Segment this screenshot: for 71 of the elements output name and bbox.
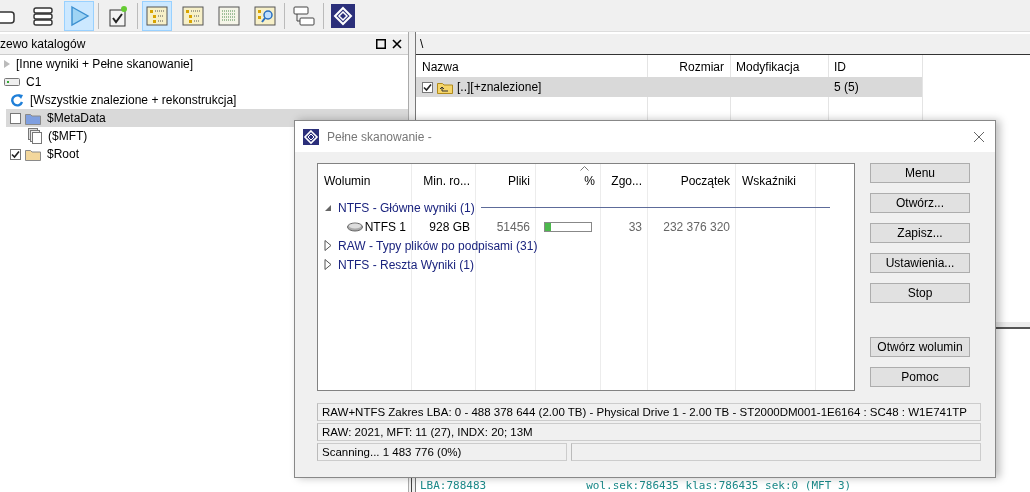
tree-row[interactable]: $MetaData	[6, 109, 408, 127]
expand-arrow-icon[interactable]	[324, 259, 332, 270]
status-text: Scanning... 1 483 776 (0%)	[317, 443, 567, 461]
log-text: LBA:788483	[420, 479, 487, 492]
column-header[interactable]: Zgo...	[601, 164, 648, 198]
dialog-button[interactable]: Otwórz wolumin	[870, 337, 970, 357]
refresh-icon	[10, 93, 24, 107]
dialog-button[interactable]: Ustawienia...	[870, 253, 970, 273]
table-cell: 928 GB	[429, 219, 470, 234]
table-cell: [..][+znalezione]	[457, 80, 542, 94]
disk-drive-icon	[346, 221, 363, 232]
checklist-icon	[106, 3, 130, 28]
group-label[interactable]: NTFS - Reszta Wyniki (1)	[338, 257, 474, 272]
column-header[interactable]: ID	[828, 57, 922, 77]
collapse-arrow-icon[interactable]	[324, 203, 332, 212]
file-stack-icon	[28, 128, 42, 144]
group-label[interactable]: NTFS - Główne wyniki (1)	[338, 200, 475, 215]
maximize-icon[interactable]	[376, 39, 386, 49]
checkmark-icon	[423, 82, 432, 92]
tree-search-icon	[253, 3, 277, 28]
details-view-icon	[217, 3, 241, 28]
column-header[interactable]: Wolumin	[318, 164, 412, 198]
table-cell: 51456	[496, 219, 530, 234]
dialog-button[interactable]: Menu	[870, 163, 970, 183]
app-logo-icon	[331, 3, 355, 28]
checkmark-icon	[11, 149, 20, 159]
column-header[interactable]: Nazwa	[416, 57, 647, 77]
column-header[interactable]: Początek	[648, 164, 736, 198]
status-text: RAW+NTFS Zakres LBA: 0 - 488 378 644 (2.00 TB) - Physical Drive 1 - 2.00 TB - ST2000DM001-1E6164 : SC48 : W1E741TP	[317, 403, 981, 421]
checkbox[interactable]	[422, 81, 433, 93]
tree-row[interactable]: [Wszystkie znalezione + rekonstrukcja]	[6, 91, 408, 109]
panel-title: zewo katalogów	[0, 37, 86, 51]
checkbox[interactable]	[10, 112, 21, 124]
tree-item-label: [Wszystkie znalezione + rekonstrukcja]	[29, 93, 237, 107]
column-header[interactable]: Wskaźniki	[736, 164, 816, 198]
column-header[interactable]: Rozmiar	[647, 57, 730, 77]
group-label[interactable]: RAW - Typy plików po podpisami (31)	[338, 238, 538, 253]
tree-row[interactable]: C1	[0, 73, 408, 91]
app-logo-icon	[303, 128, 319, 145]
table-cell: NTFS 1	[364, 219, 406, 234]
tree-view-icon	[181, 3, 205, 28]
tree-item-label: $MetaData	[46, 111, 106, 125]
dialog-button[interactable]: Stop	[870, 283, 970, 303]
tree-item-label: [Inne wyniki + Pełne skanowanie]	[15, 57, 194, 71]
column-header[interactable]: Min. ro...	[412, 164, 476, 198]
tree-row[interactable]: $Root	[6, 145, 408, 163]
dialog-button[interactable]: Pomoc	[870, 367, 970, 387]
tree-item-label: $Root	[46, 147, 80, 161]
table-cell: 232 376 320	[663, 219, 730, 234]
table-cell: 5 (5)	[834, 80, 859, 94]
status-text: RAW: 2021, MFT: 11 (27), INDX: 20; 13M	[317, 423, 981, 441]
table-cell: 33	[628, 219, 642, 234]
layout-icon	[292, 3, 316, 28]
checkbox[interactable]	[10, 148, 21, 160]
dialog-title: Pełne skanowanie -	[327, 129, 433, 144]
close-icon[interactable]	[392, 39, 402, 49]
path-text: \	[420, 37, 424, 51]
expand-arrow-icon[interactable]	[324, 240, 332, 251]
table-row[interactable]: [..][+znalezione] 5 (5)	[416, 77, 922, 97]
drive-icon	[4, 77, 20, 87]
column-header[interactable]: Modyfikacja	[730, 57, 828, 77]
log-text: wol.sek:786435 klas:786435 sek:0 (MFT 3)	[586, 479, 852, 492]
tree-row[interactable]: [Inne wyniki + Pełne skanowanie]	[0, 55, 408, 73]
folder-up-icon	[437, 80, 453, 94]
tree-view-icon	[145, 3, 169, 28]
tree-item-label: C1	[25, 75, 42, 89]
dialog-button[interactable]: Zapisz...	[870, 223, 970, 243]
dialog-button[interactable]: Otwórz...	[870, 193, 970, 213]
tree-item-label: ($MFT)	[47, 129, 88, 143]
column-header[interactable]: %	[536, 164, 601, 198]
column-header[interactable]: Pliki	[476, 164, 536, 198]
